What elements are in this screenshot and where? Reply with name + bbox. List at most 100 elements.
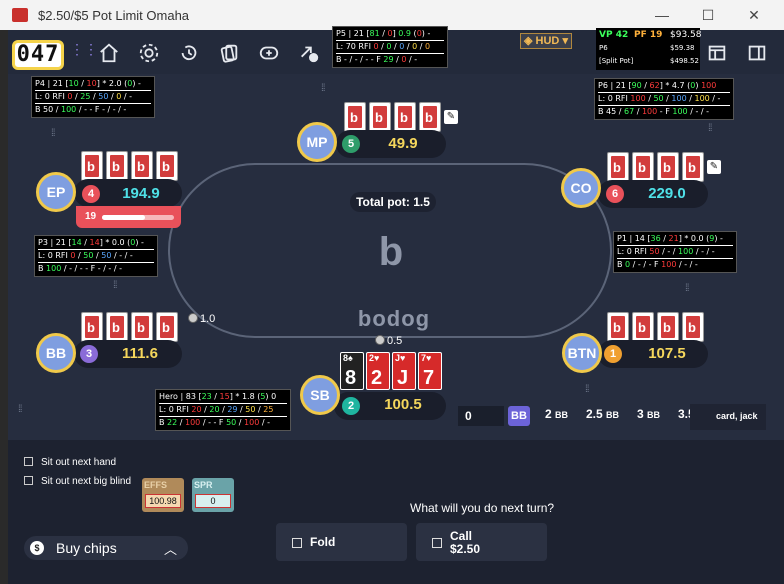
- bottom-panel: [8, 440, 784, 584]
- hud-line: L: 0 RFI 100 / 50 / 100 / 100 / -: [598, 93, 730, 106]
- hud-player-p3[interactable]: P3 | 21 [14 / 14] * 0.0 (0) - L: 0 RFI 0 …: [34, 235, 158, 277]
- hud-line: B 0 / - / - F 100 / - / -: [617, 259, 733, 271]
- drag-handle-icon[interactable]: ⁞⁞: [585, 385, 589, 395]
- seat-mp-stack: 49.9: [388, 135, 418, 152]
- seat-sb-stack: 100.5: [384, 396, 422, 413]
- desktop-background-strip: [0, 30, 8, 584]
- drag-handle-icon[interactable]: ⁞⁞: [18, 405, 22, 415]
- hud-player-p6[interactable]: P6 | 21 [90 / 62] * 4.7 (0) 100 L: 0 RFI …: [594, 78, 734, 120]
- hud-value: /: [81, 238, 90, 247]
- seat-sb-avatar[interactable]: SB: [300, 375, 340, 415]
- hud-value: 50: [101, 251, 112, 260]
- hud-value: /: [634, 107, 642, 116]
- call-checkbox[interactable]: [432, 538, 442, 548]
- sit-out-big-blind-checkbox[interactable]: Sit out next big blind: [24, 476, 131, 487]
- bet-unit-toggle[interactable]: BB: [508, 406, 530, 426]
- fold-button[interactable]: Fold: [276, 523, 407, 561]
- hud-value: 14: [89, 238, 100, 247]
- drag-handle-icon[interactable]: ⁞⁞: [51, 129, 55, 139]
- hud-line: L: 70 RFI 0 / 0 / 0 / 0 / 0: [336, 41, 444, 54]
- drag-handle-icon[interactable]: ⁞⁞: [321, 84, 325, 94]
- preset-3bb-button[interactable]: 3 BB: [637, 407, 660, 421]
- fold-checkbox[interactable]: [292, 538, 302, 548]
- hud-value: ) -: [132, 79, 141, 88]
- drag-handle-icon[interactable]: ⁞⁞: [685, 284, 689, 294]
- card-corner-label: 2♥: [369, 353, 380, 363]
- minimize-button[interactable]: —: [648, 4, 676, 26]
- hero-card: 8♠ 8: [340, 352, 364, 390]
- hud-player-hero[interactable]: Hero | 83 [23 / 15] * 1.8 (5) 0 L: 0 RFI …: [155, 389, 291, 431]
- buy-chips-button[interactable]: $ Buy chips ︿: [24, 536, 188, 560]
- card-back: b: [607, 312, 629, 342]
- card-back: b: [131, 151, 153, 181]
- hud-value: 21: [668, 234, 679, 243]
- hud-value: L: 0 RFI: [598, 94, 631, 103]
- hud-value: ] * 1.8 (: [229, 392, 261, 401]
- hud-value: - F: [657, 107, 673, 116]
- card-back: b: [632, 152, 654, 182]
- hud-player-p4[interactable]: P4 | 21 [10 / 10] * 2.0 (0) - L: 0 RFI 0 …: [31, 76, 155, 118]
- hud-value: L: 0 RFI: [617, 247, 650, 256]
- note-edit-icon[interactable]: ✎: [444, 110, 458, 124]
- hud-value: / - / - - F - / - / -: [61, 264, 122, 273]
- replay-icon[interactable]: [174, 40, 204, 66]
- seat-sb-bet: 0.5: [375, 335, 402, 347]
- hud-value: / -: [259, 418, 270, 427]
- hud-value: / - / -: [111, 251, 133, 260]
- hud-value: ) 0: [265, 392, 277, 401]
- hud-value: 100: [694, 94, 710, 103]
- seat-co-avatar[interactable]: CO: [561, 168, 601, 208]
- hud-player-p5[interactable]: P5 | 21 [81 / 0] 0.9 (0) - L: 70 RFI 0 / …: [332, 26, 448, 68]
- sidebar-toggle-icon[interactable]: [742, 40, 772, 66]
- card-back: b: [607, 152, 629, 182]
- seat-ep-avatar[interactable]: EP: [36, 172, 76, 212]
- hud-value: 25: [263, 405, 274, 414]
- gear-icon[interactable]: [134, 40, 164, 66]
- preset-2-5bb-button[interactable]: 2.5 BB: [586, 407, 619, 421]
- cards-icon[interactable]: [214, 40, 244, 66]
- hud-toggle-button[interactable]: ◈ HUD ▾: [520, 33, 572, 49]
- hud-value: 67: [624, 107, 635, 116]
- add-table-icon[interactable]: [254, 40, 284, 66]
- hud-value: B 45 /: [598, 107, 624, 116]
- call-button[interactable]: Call $2.50: [416, 523, 547, 561]
- bet-amount-input[interactable]: 0: [458, 406, 504, 426]
- hud-value: 0: [424, 42, 431, 51]
- card-back: b: [81, 151, 103, 181]
- maximize-button[interactable]: ☐: [694, 4, 722, 26]
- drag-handle-icon[interactable]: ⁞⁞: [113, 281, 117, 291]
- hud-line: L: 0 RFI 50 / - / 100 / - / -: [617, 246, 733, 259]
- hero-card: J♥ J: [392, 352, 416, 390]
- card-rank: 7: [423, 367, 435, 389]
- hud-player-p1[interactable]: P1 | 14 [36 / 21] * 0.0 (9) - L: 0 RFI 50…: [613, 231, 737, 273]
- sit-out-next-hand-checkbox[interactable]: Sit out next hand: [24, 457, 116, 468]
- hud-value: /: [404, 42, 413, 51]
- note-edit-icon[interactable]: ✎: [707, 160, 721, 174]
- hud-value: 50: [226, 418, 237, 427]
- drag-handle-icon[interactable]: ⁞⁞: [708, 124, 712, 134]
- hud-value: L: 70 RFI: [336, 42, 374, 51]
- hud-value: ] * 2.0 (: [96, 79, 128, 88]
- hud-line: B - / - / - - F 29 / 0 / -: [336, 54, 444, 66]
- home-icon[interactable]: [94, 40, 124, 66]
- vp-stats-panel: VP 42 PF 19 $93.58 P6 $59.38 [Split Pot]…: [596, 28, 702, 70]
- hud-value: 50: [245, 405, 256, 414]
- action-timer: 19: [76, 206, 181, 228]
- seat-bb-number: 3: [80, 345, 98, 363]
- close-button[interactable]: ✕: [740, 4, 768, 26]
- card-tooltip: card, jack: [690, 404, 766, 430]
- card-rank: 2: [371, 367, 383, 389]
- no-deposit-icon[interactable]: [294, 40, 324, 66]
- hud-value: / - / -: [676, 260, 698, 269]
- dollar-icon: $: [30, 541, 44, 555]
- hud-value: /: [78, 79, 87, 88]
- card-back: b: [106, 312, 128, 342]
- seat-mp-avatar[interactable]: MP: [297, 122, 337, 162]
- hud-value: 29: [383, 55, 394, 64]
- seat-bb-avatar[interactable]: BB: [36, 333, 76, 373]
- seat-mp-number: 5: [342, 135, 360, 153]
- hud-value: 36: [650, 234, 661, 243]
- preset-2bb-button[interactable]: 2 BB: [545, 407, 568, 421]
- seat-btn-avatar[interactable]: BTN: [562, 333, 602, 373]
- layout-icon[interactable]: [702, 40, 732, 66]
